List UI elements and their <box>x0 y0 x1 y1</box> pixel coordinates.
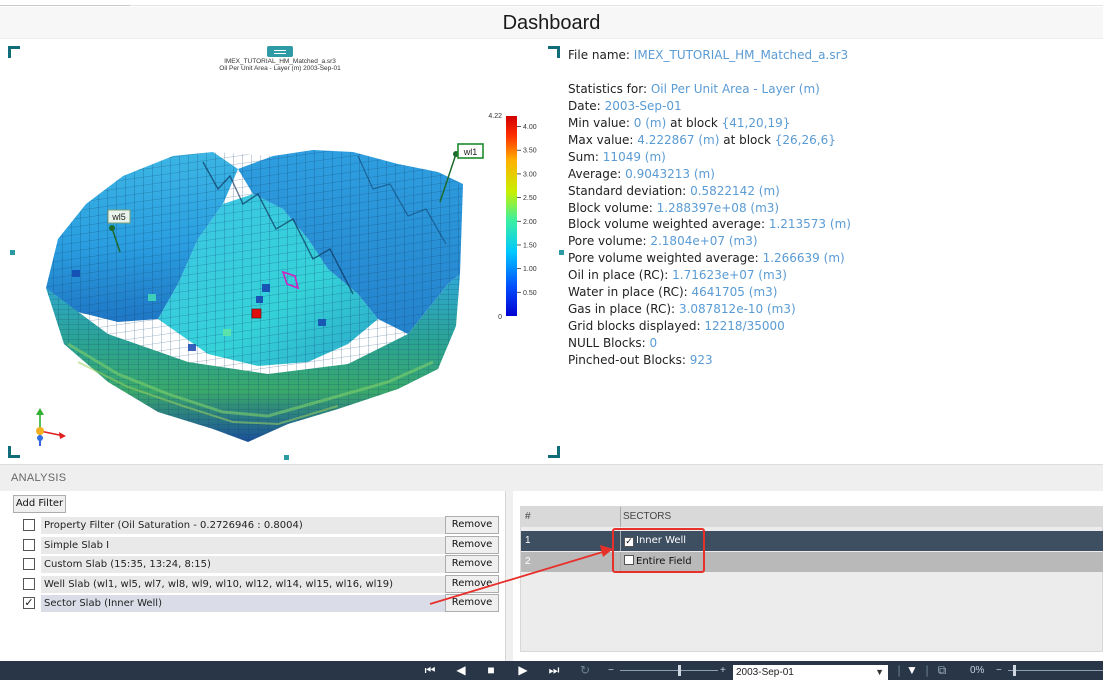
step-back-icon[interactable]: ◀ <box>454 663 468 678</box>
remove-filter-button[interactable]: Remove <box>445 594 499 612</box>
sectors-col-name: SECTORS <box>620 507 671 527</box>
stat-date: Date: 2003-Sep-01 <box>568 98 682 113</box>
speed-plus-icon[interactable]: + <box>720 663 726 678</box>
colorbar-tick-label: 3.50 <box>523 148 537 155</box>
stat-max-value: Max value: 4.222867 (m) at block {26,26,… <box>568 132 836 147</box>
zoom-minus-icon[interactable]: − <box>996 663 1002 678</box>
filter-label: Sector Slab (Inner Well) <box>41 595 461 612</box>
stat-pore-volume-weighted-average: Pore volume weighted average: 1.266639 (… <box>568 251 845 266</box>
colorbar-tick-label: 0.50 <box>523 290 537 297</box>
speed-slider-track[interactable] <box>620 670 718 671</box>
stat-statistics-for: Statistics for: Oil Per Unit Area - Laye… <box>568 81 820 96</box>
loop-icon[interactable]: ↻ <box>577 663 593 678</box>
stat-std-deviation: Standard deviation: 0.5822142 (m) <box>568 183 780 198</box>
playback-toolbar: ⏮ ◀ ■ ▶ ⏭ ↻ − + 2003-Sep-01 ▼ | ▼ | ⧉ 0%… <box>0 661 1103 680</box>
toolbar-divider: | <box>897 663 901 677</box>
stat-average: Average: 0.9043213 (m) <box>568 166 715 181</box>
skip-to-end-icon[interactable]: ⏭ <box>546 663 562 678</box>
filter-panel: Add Filter Property Filter (Oil Saturati… <box>0 491 505 661</box>
page-title: Dashboard <box>0 7 1103 39</box>
colorbar <box>506 116 517 316</box>
stat-block-volume-weighted-average: Block volume weighted average: 1.213573 … <box>568 217 851 232</box>
filter-checkbox[interactable] <box>23 519 35 531</box>
stat-oil-in-place: Oil in place (RC): 1.71623e+07 (m3) <box>568 268 787 283</box>
add-filter-button[interactable]: Add Filter <box>13 495 66 513</box>
filter-label: Property Filter (Oil Saturation - 0.2726… <box>41 517 461 534</box>
colorbar-tick-label: 4.00 <box>523 124 537 131</box>
stop-icon[interactable]: ■ <box>484 663 498 678</box>
axis-triad-icon <box>36 408 66 446</box>
viewer-panel[interactable]: IMEX_TUTORIAL_HM_Matched_a.sr3 Oil Per U… <box>8 44 564 460</box>
copy-icon[interactable]: ⧉ <box>935 663 949 678</box>
annotation-highlight-box <box>612 528 705 573</box>
stat-water-in-place: Water in place (RC): 4641705 (m3) <box>568 285 778 300</box>
sector-row-number: 1 <box>525 535 531 546</box>
date-select[interactable]: 2003-Sep-01 ▼ <box>733 665 888 680</box>
table-row[interactable]: 2 Entire Field <box>521 552 1103 572</box>
skip-to-start-icon[interactable]: ⏮ <box>422 663 438 678</box>
well-wl5-label: wl5 <box>111 212 126 222</box>
statistics-panel: File name: IMEX_TUTORIAL_HM_Matched_a.sr… <box>568 47 1098 369</box>
colorbar-min-label: 0 <box>498 314 502 321</box>
tab-indicator <box>0 0 130 6</box>
filter-row[interactable]: Well Slab (wl1, wl5, wl7, wl8, wl9, wl10… <box>20 574 505 594</box>
filter-label: Well Slab (wl1, wl5, wl7, wl8, wl9, wl10… <box>41 575 461 593</box>
zoom-slider-track[interactable] <box>1008 670 1103 671</box>
stat-file-name: File name: IMEX_TUTORIAL_HM_Matched_a.sr… <box>568 48 849 62</box>
filter-row[interactable]: Simple Slab I Remove <box>20 535 505 555</box>
stat-grid-blocks-displayed: Grid blocks displayed: 12218/35000 <box>568 319 785 334</box>
remove-filter-button[interactable]: Remove <box>445 516 499 534</box>
remove-filter-button[interactable]: Remove <box>445 555 499 573</box>
well-wl1-label: wl1 <box>463 147 478 157</box>
remove-filter-button[interactable]: Remove <box>445 535 499 554</box>
filter-icon[interactable]: ▼ <box>905 663 919 678</box>
filter-checkbox[interactable] <box>23 558 35 570</box>
stat-pinched-out-blocks: Pinched-out Blocks: 923 <box>568 352 713 367</box>
max-value-cell <box>251 308 262 319</box>
panel-splitter[interactable] <box>505 491 513 661</box>
chevron-down-icon: ▼ <box>875 667 884 677</box>
speed-slider-handle[interactable] <box>678 665 681 676</box>
top-strip <box>0 0 1103 6</box>
filter-row[interactable]: Property Filter (Oil Saturation - 0.2726… <box>20 516 505 535</box>
colorbar-tick-label: 2.50 <box>523 195 537 202</box>
colorbar-tick-label: 2.00 <box>523 219 537 226</box>
stat-block-volume: Block volume: 1.288397e+08 (m3) <box>568 200 780 215</box>
sectors-col-number: # <box>525 511 531 522</box>
stat-gas-in-place: Gas in place (RC): 3.087812e-10 (m3) <box>568 302 796 317</box>
colorbar-tick-label: 1.50 <box>523 242 537 249</box>
colorbar-tick-label: 1.00 <box>523 266 537 273</box>
play-icon[interactable]: ▶ <box>516 663 530 678</box>
stat-null-blocks: NULL Blocks: 0 <box>568 336 658 350</box>
sectors-table: # SECTORS 1 ✓ Inner Well 2 Entire Field <box>520 506 1103 652</box>
zoom-level: 0% <box>970 665 985 676</box>
table-row[interactable]: 1 ✓ Inner Well <box>521 531 1103 551</box>
filter-label: Custom Slab (15:35, 13:24, 8:15) <box>41 556 461 573</box>
analysis-header: ANALYSIS <box>0 464 1103 491</box>
zoom-slider-handle[interactable] <box>1013 665 1016 676</box>
filter-row[interactable]: ✓ Sector Slab (Inner Well) Remove <box>20 594 505 613</box>
remove-filter-button[interactable]: Remove <box>445 574 499 593</box>
stat-sum: Sum: 11049 (m) <box>568 149 666 164</box>
colorbar-ticks: 4.00 3.50 3.00 2.50 2.00 1.50 1.00 0.50 <box>517 124 537 297</box>
filter-row[interactable]: Custom Slab (15:35, 13:24, 8:15) Remove <box>20 555 505 574</box>
sectors-table-header: # SECTORS <box>521 507 1103 527</box>
speed-minus-icon[interactable]: − <box>608 663 614 678</box>
stat-min-value: Min value: 0 (m) at block {41,20,19} <box>568 115 791 130</box>
date-select-value: 2003-Sep-01 <box>736 667 794 678</box>
filter-checkbox[interactable] <box>23 538 35 551</box>
reservoir-3d-model[interactable]: wl1 wl5 4.22 0 4.00 3.50 3.00 2.50 2.00 1.50 1… <box>8 44 560 460</box>
sector-row-number: 2 <box>525 556 531 567</box>
filter-label: Simple Slab I <box>41 536 461 554</box>
toolbar-divider: | <box>925 663 929 677</box>
filter-checkbox[interactable] <box>23 577 35 590</box>
colorbar-max-label: 4.22 <box>488 113 502 120</box>
stat-pore-volume: Pore volume: 2.1804e+07 (m3) <box>568 234 758 249</box>
filter-checkbox[interactable]: ✓ <box>23 597 35 609</box>
colorbar-tick-label: 3.00 <box>523 171 537 178</box>
